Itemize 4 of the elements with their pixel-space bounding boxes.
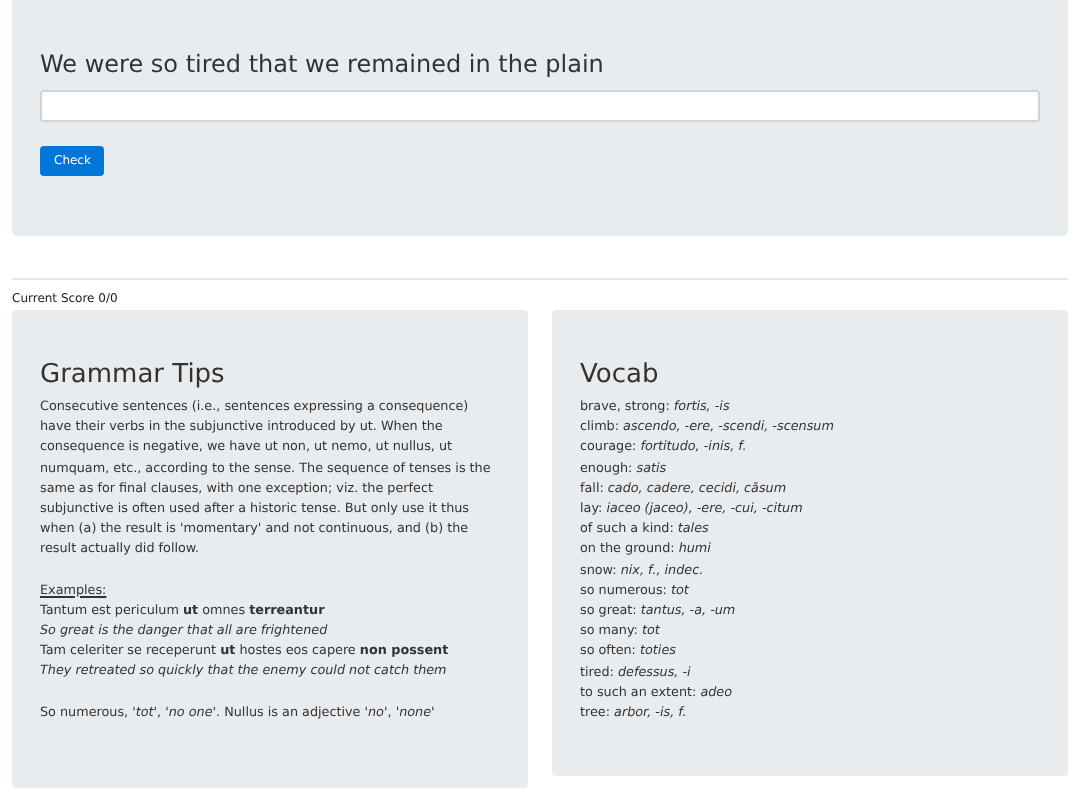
answer-field[interactable] xyxy=(40,90,1040,122)
grammar-title: Grammar Tips xyxy=(40,360,227,392)
exercise-prompt: We were so tired that we remained in the plain xyxy=(40,50,606,78)
vocab-title: Vocab xyxy=(580,360,661,392)
